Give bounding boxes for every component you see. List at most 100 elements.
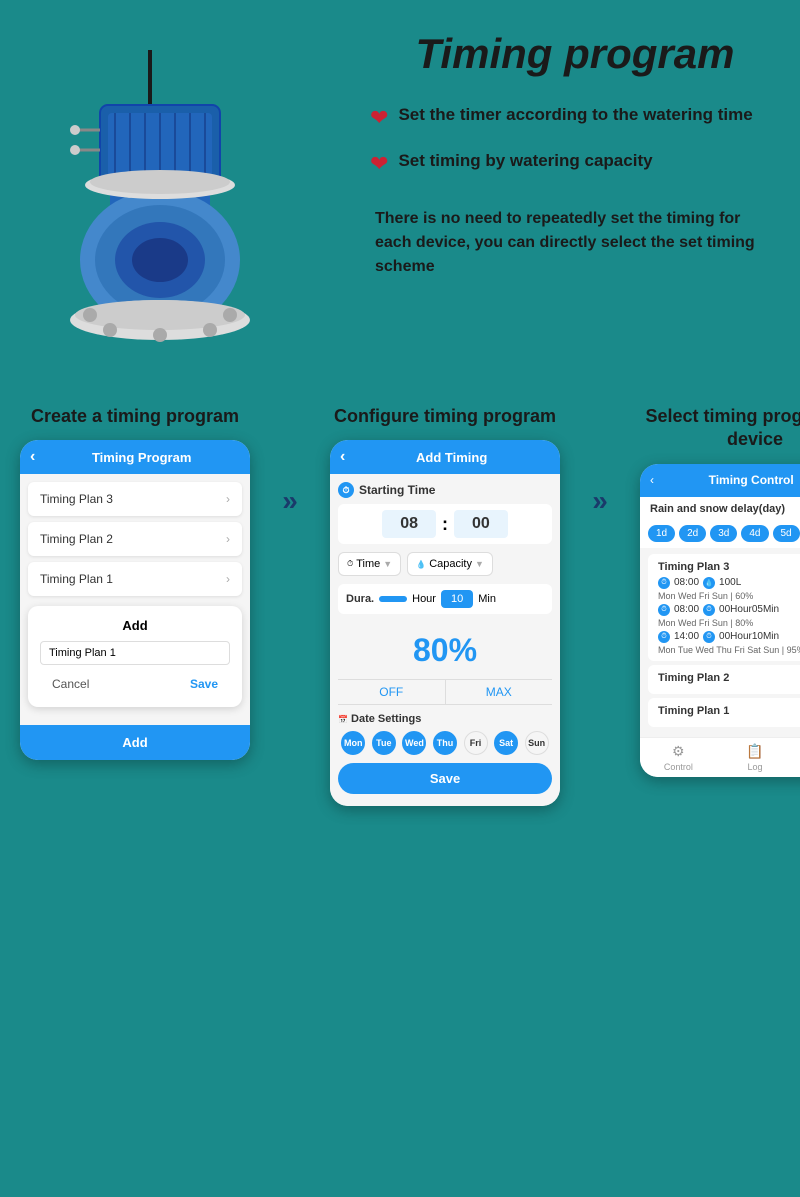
phone-2-header: ‹ Add Timing [330, 440, 560, 474]
phone-2-back-icon[interactable]: ‹ [340, 448, 345, 466]
product-image-container [20, 30, 360, 375]
step-2-col: Configure timing program ‹ Add Timing ⏱ … [330, 405, 560, 806]
time-min-box[interactable]: 00 [454, 510, 508, 538]
day-tab-3d[interactable]: 3d [710, 525, 737, 542]
feature-text-2: Set timing by watering capacity [398, 149, 652, 173]
plan-toggle-section: Timing Plan 3 ON ⏱ 08:00 💧 100L Mon Wed … [640, 548, 800, 737]
plan-3-days-3: Mon Tue Wed Thu Fri Sat Sun | 95% [658, 645, 800, 655]
step-3-title: Select timing program for device [640, 405, 800, 452]
right-content: Timing program ❤ Set the timer according… [360, 30, 780, 279]
feature-list: ❤ Set the timer according to the waterin… [370, 103, 780, 177]
feature-item-2: ❤ Set timing by watering capacity [370, 149, 780, 177]
detail-time-3: 14:00 [674, 631, 699, 642]
plan-3-days-1: Mon Wed Fri Sun | 60% [658, 591, 800, 601]
nav-log[interactable]: 📋 Log [717, 743, 794, 772]
day-tue[interactable]: Tue [372, 731, 396, 755]
plan-3-toggle-header: Timing Plan 3 ON [658, 560, 800, 574]
plan-1-label: Timing Plan 1 [40, 572, 113, 586]
plan-1-toggle-row: Timing Plan 1 OFF [648, 698, 800, 727]
phone-2-header-title: Add Timing [353, 450, 550, 465]
timer-detail-2: ⏱ [703, 604, 715, 616]
add-dialog: Add Cancel Save [28, 606, 242, 707]
save-button[interactable]: Save [178, 673, 230, 695]
max-button[interactable]: MAX [446, 680, 553, 704]
phone-2-mockup: ‹ Add Timing ⏱ Starting Time 08 : 00 [330, 440, 560, 806]
phone-2-body: ⏱ Starting Time 08 : 00 ⏱ Time ▼ [330, 474, 560, 806]
page-title: Timing program [370, 30, 780, 78]
time-hour-box[interactable]: 08 [382, 510, 436, 538]
plan-1-name: Timing Plan 1 [658, 705, 729, 717]
phone-1-mockup: ‹ Timing Program Timing Plan 3 › Timing … [20, 440, 250, 760]
plan-1-toggle-header: Timing Plan 1 OFF [658, 704, 800, 718]
plan-2-item[interactable]: Timing Plan 2 › [28, 522, 242, 556]
phone-1-header-title: Timing Program [43, 450, 240, 465]
selector-row: ⏱ Time ▼ 💧 Capacity ▼ [338, 552, 552, 576]
dura-blue-box[interactable] [379, 596, 407, 602]
plan-2-name: Timing Plan 2 [658, 672, 729, 684]
day-tab-2d[interactable]: 2d [679, 525, 706, 542]
cap-selector-icon: 💧 [416, 560, 426, 569]
capacity-selector[interactable]: 💧 Capacity ▼ [407, 552, 493, 576]
cancel-button[interactable]: Cancel [40, 673, 101, 695]
day-tab-5d[interactable]: 5d [773, 525, 800, 542]
phone-3-header-title: Timing Control [654, 473, 800, 487]
phone-1-footer[interactable]: Add [20, 725, 250, 760]
day-tabs-row: 1d 2d 3d 4d 5d 6d 7d [640, 521, 800, 548]
top-section: Timing program ❤ Set the timer according… [0, 0, 800, 395]
date-icon: 📅 [338, 715, 348, 724]
feature-text-1: Set the timer according to the watering … [398, 103, 752, 127]
time-selector-icon: ⏱ [347, 559, 353, 569]
forward-arrow-1: » [282, 485, 298, 517]
valve-image [20, 30, 340, 370]
time-selector[interactable]: ⏱ Time ▼ [338, 552, 401, 576]
timer-detail-3: ⏱ [703, 631, 715, 643]
bottom-section: Create a timing program ‹ Timing Program… [0, 395, 800, 826]
dura-num-box[interactable]: 10 [441, 590, 473, 608]
day-tab-1d[interactable]: 1d [648, 525, 675, 542]
heart-icon-1: ❤ [370, 105, 388, 131]
nav-control[interactable]: ⚙ Control [640, 743, 717, 772]
day-tab-4d[interactable]: 4d [741, 525, 768, 542]
percent-display: 80% [338, 622, 552, 679]
plan-3-detail-2: ⏱ 08:00 ⏱ 00Hour05Min [658, 604, 800, 616]
day-sat[interactable]: Sat [494, 731, 518, 755]
add-dialog-title: Add [40, 618, 230, 633]
nav-timing[interactable]: ☰ Timing [793, 743, 800, 772]
rain-snow-label: Rain and snow delay(day) [640, 497, 800, 521]
drop-detail-1: 💧 [703, 577, 715, 589]
plan-1-chevron: › [226, 572, 230, 586]
off-button[interactable]: OFF [338, 680, 446, 704]
arrow-2-col: » [575, 405, 625, 517]
plan-3-label: Timing Plan 3 [40, 492, 113, 506]
plan-name-input[interactable] [40, 641, 230, 665]
step-1-col: Create a timing program ‹ Timing Program… [20, 405, 250, 760]
plan-2-label: Timing Plan 2 [40, 532, 113, 546]
day-circles: Mon Tue Wed Thu Fri Sat Sun [338, 731, 552, 755]
phone-3-bottom-nav: ⚙ Control 📋 Log ☰ Timing [640, 737, 800, 777]
clock-detail-1: ⏱ [658, 577, 670, 589]
detail-cap-1: 100L [719, 577, 741, 588]
day-sun[interactable]: Sun [525, 731, 549, 755]
arrow-1-col: » [265, 405, 315, 517]
nav-log-label: Log [747, 762, 762, 772]
plan-3-item[interactable]: Timing Plan 3 › [28, 482, 242, 516]
time-colon: : [442, 514, 448, 535]
plan-3-detail-3: ⏱ 14:00 ⏱ 00Hour10Min [658, 631, 800, 643]
plan-3-detail-1: ⏱ 08:00 💧 100L [658, 577, 800, 589]
plan-3-chevron: › [226, 492, 230, 506]
phone-1-back-icon[interactable]: ‹ [30, 448, 35, 466]
cap-dropdown-arrow: ▼ [475, 559, 484, 569]
day-mon[interactable]: Mon [341, 731, 365, 755]
clock-detail-3: ⏱ [658, 631, 670, 643]
log-icon: 📋 [746, 743, 763, 760]
day-fri[interactable]: Fri [464, 731, 488, 755]
steps-row: Create a timing program ‹ Timing Program… [20, 405, 780, 806]
dura-min: Min [478, 593, 496, 605]
day-thu[interactable]: Thu [433, 731, 457, 755]
save-timing-button[interactable]: Save [338, 763, 552, 794]
plan-1-item[interactable]: Timing Plan 1 › [28, 562, 242, 596]
time-dropdown-arrow: ▼ [383, 559, 392, 569]
dura-unit: Hour [412, 593, 436, 605]
clock-icon: ⏱ [338, 482, 354, 498]
day-wed[interactable]: Wed [402, 731, 426, 755]
